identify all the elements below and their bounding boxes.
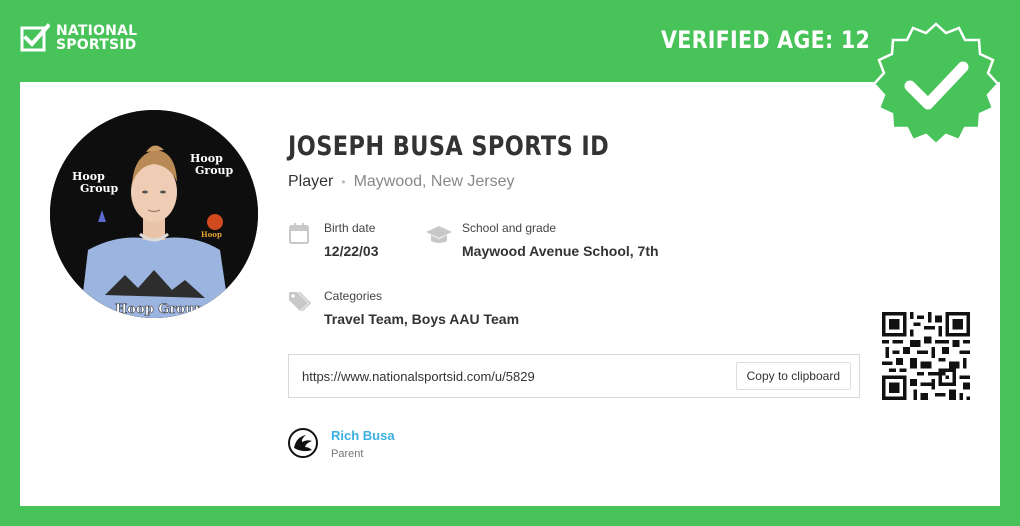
national-sportsid-logo[interactable]: NATIONAL SPORTSID — [20, 23, 137, 53]
categories-field: Categories Travel Team, Boys AAU Team — [288, 289, 519, 327]
copy-to-clipboard-button[interactable]: Copy to clipboard — [735, 362, 851, 390]
profile-url-box: https://www.nationalsportsid.com/u/5829 … — [288, 354, 860, 398]
verified-badge-icon — [872, 22, 1000, 146]
parent-role: Parent — [331, 448, 364, 460]
categories-value: Travel Team, Boys AAU Team — [324, 311, 520, 327]
qr-code-icon — [882, 312, 970, 400]
parent-contact: Rich Busa Parent — [288, 428, 395, 460]
school-grade-field: School and grade Maywood Avenue School, … — [424, 221, 659, 259]
birth-date-field: Birth date 12/22/03 — [288, 221, 379, 259]
backdrop-text-2: Group — [80, 182, 119, 195]
player-photo: Hoop Group Hoop Group Hoop Hoop Group — [50, 110, 258, 318]
school-label: School and grade — [462, 221, 557, 235]
parent-avatar-icon — [288, 428, 318, 458]
calendar-icon — [289, 223, 309, 244]
checkbox-logo-icon — [20, 23, 50, 52]
player-location: Maywood, New Jersey — [353, 173, 515, 190]
birth-date-label: Birth date — [324, 221, 376, 235]
separator-dot: • — [341, 175, 346, 189]
categories-label: Categories — [324, 289, 383, 303]
logo-line-1: NATIONAL — [56, 23, 138, 39]
graduation-cap-icon — [426, 226, 452, 243]
verified-age-label: VERIFIED AGE: 12 — [661, 26, 871, 54]
role-location-line: Player • Maywood, New Jersey — [288, 173, 515, 191]
birth-date-value: 12/22/03 — [324, 243, 379, 259]
player-photo-image: Hoop Group Hoop Group Hoop Hoop Group — [50, 110, 258, 318]
backdrop-text-4: Group — [195, 164, 234, 177]
school-value: Maywood Avenue School, 7th — [462, 243, 659, 259]
parent-name-link[interactable]: Rich Busa — [331, 428, 395, 443]
player-name: JOSEPH BUSA SPORTS ID — [288, 131, 610, 162]
logo-line-2: SPORTSID — [56, 37, 137, 53]
backdrop-text-5: Hoop — [201, 230, 222, 239]
profile-url[interactable]: https://www.nationalsportsid.com/u/5829 — [302, 369, 535, 384]
player-role: Player — [288, 173, 334, 190]
tag-icon — [289, 291, 312, 312]
